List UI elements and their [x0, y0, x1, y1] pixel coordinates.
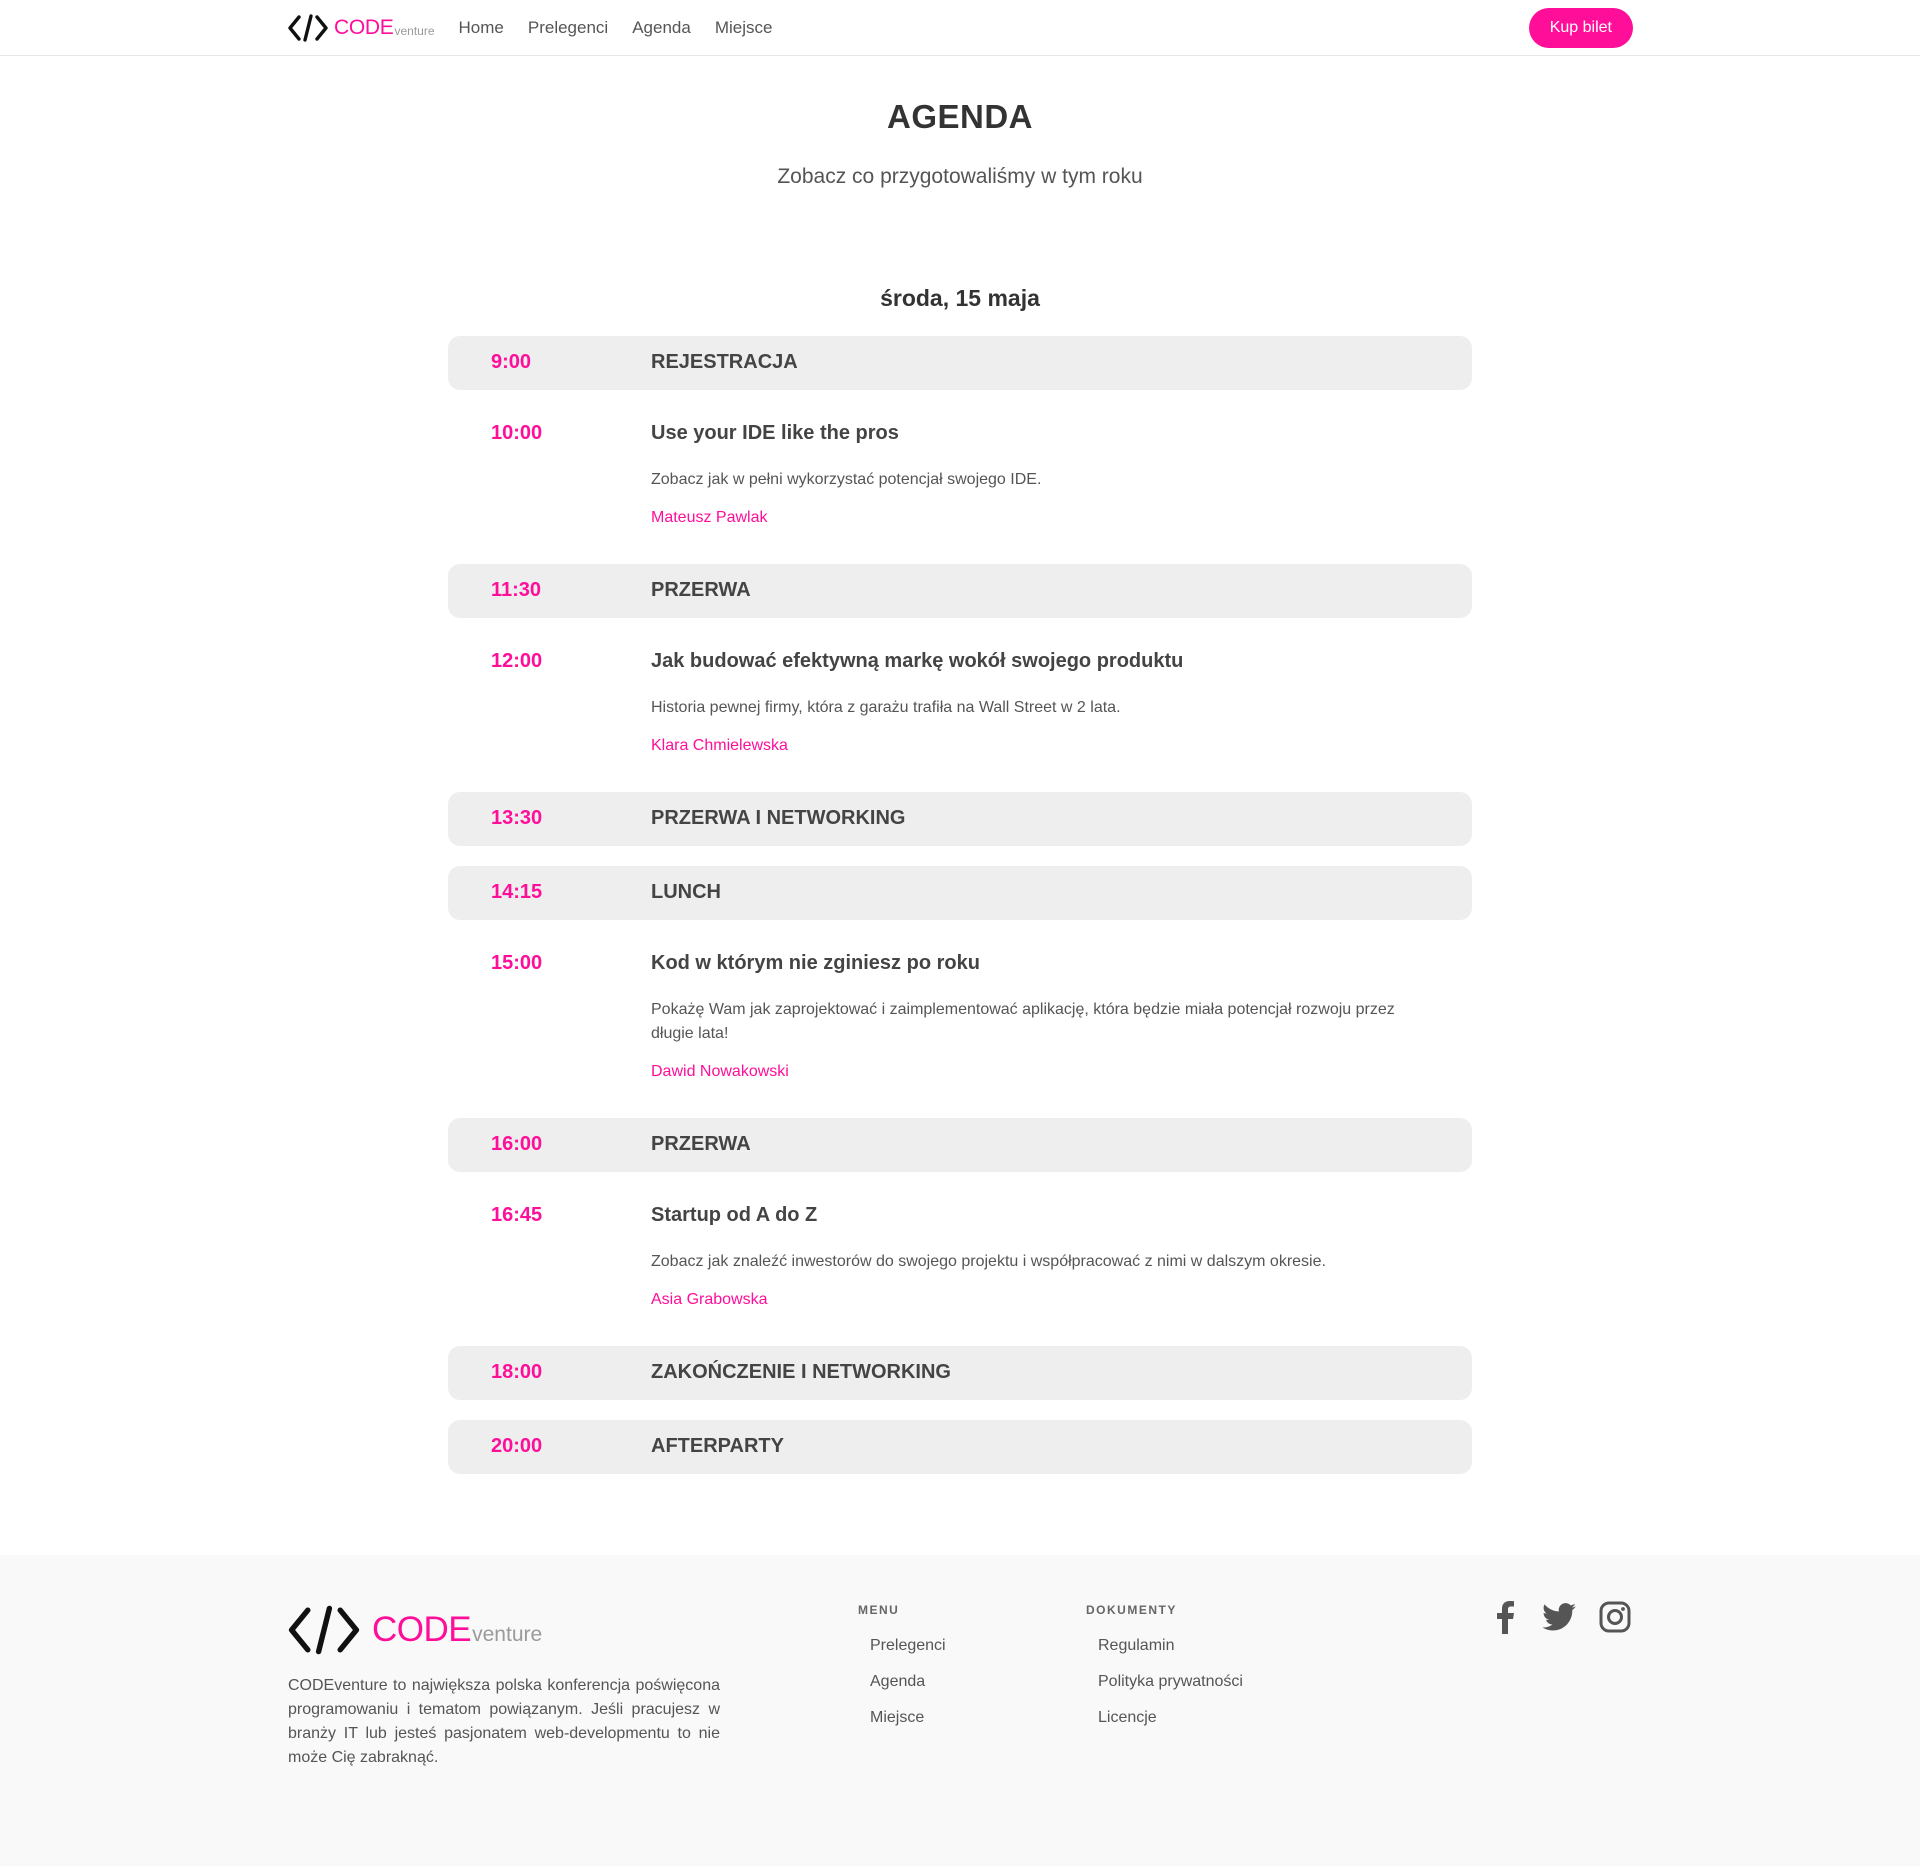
agenda-talk-speaker[interactable]: Klara Chmielewska	[651, 737, 788, 755]
agenda-time: 18:00	[491, 1361, 543, 1383]
agenda-talk-row: 15:00 Kod w którym nie zginiesz po roku …	[448, 940, 1472, 1118]
agenda-talk-speaker[interactable]: Mateusz Pawlak	[651, 509, 768, 527]
page-subtitle: Zobacz co przygotowaliśmy w tym roku	[777, 165, 1143, 188]
footer-docs-title: DOKUMENTY	[1086, 1603, 1177, 1617]
agenda-talk-row: 10:00 Use your IDE like the pros Zobacz …	[448, 410, 1472, 564]
agenda-break-row: 11:30 PRZERWA	[448, 564, 1472, 618]
agenda-break-title: PRZERWA I NETWORKING	[651, 807, 906, 829]
code-brackets-icon	[288, 1605, 360, 1655]
footer-menu-title: MENU	[858, 1603, 900, 1617]
footer-docs-link-regulamin[interactable]: Regulamin	[1098, 1637, 1174, 1655]
agenda-break-row: 14:15 LUNCH	[448, 866, 1472, 920]
agenda-talk-description: Pokażę Wam jak zaprojektować i zaimpleme…	[651, 1001, 1395, 1042]
footer-docs-link-privacy[interactable]: Polityka prywatności	[1098, 1673, 1243, 1691]
agenda-talk-row: 16:45 Startup od A do Z Zobacz jak znale…	[448, 1192, 1472, 1346]
brand-venture-text: venture	[394, 24, 435, 38]
navbar-inner: CODE venture Home Prelegenci Agenda Miejs…	[288, 0, 1633, 56]
agenda-talk-speaker[interactable]: Dawid Nowakowski	[651, 1063, 789, 1081]
agenda-break-row: 18:00 ZAKOŃCZENIE I NETWORKING	[448, 1346, 1472, 1400]
agenda-talk-description: Zobacz jak w pełni wykorzystać potencjał…	[651, 471, 1042, 488]
agenda-time: 10:00	[491, 422, 543, 444]
agenda-break-title: AFTERPARTY	[651, 1435, 784, 1457]
footer-docs-link-licencje[interactable]: Licencje	[1098, 1709, 1157, 1727]
page-title: AGENDA	[886, 98, 1033, 135]
footer-about-text: CODEventure to największa polska konfere…	[288, 1677, 720, 1766]
agenda-talk-title: Jak budować efektywną markę wokół swojeg…	[651, 650, 1184, 672]
agenda-talk-description: Zobacz jak znaleźć inwestorów do swojego…	[651, 1253, 1326, 1270]
agenda-talk-title: Kod w którym nie zginiesz po roku	[651, 952, 980, 974]
brand-code-text: CODE	[334, 16, 394, 39]
footer-brand-venture-text: venture	[472, 1623, 543, 1646]
agenda-talk-title: Startup od A do Z	[651, 1204, 818, 1226]
agenda-break-title: PRZERWA	[651, 579, 751, 601]
footer-menu-link-miejsce[interactable]: Miejsce	[870, 1709, 924, 1727]
agenda-break-row: 16:00 PRZERWA	[448, 1118, 1472, 1172]
footer: CODE venture CODEventure to największa po…	[0, 1555, 1920, 1866]
agenda-break-title: LUNCH	[651, 881, 721, 903]
footer-brand-logo[interactable]: CODE venture	[288, 1604, 542, 1656]
agenda-break-row: 20:00 AFTERPARTY	[448, 1420, 1472, 1474]
main-nav: Home Prelegenci Agenda Miejsce	[459, 18, 797, 38]
agenda-break-row: 9:00 REJESTRACJA	[448, 336, 1472, 390]
brand-logo[interactable]: CODE venture	[288, 14, 435, 42]
agenda-time: 15:00	[491, 952, 543, 974]
agenda-time: 20:00	[491, 1435, 543, 1457]
agenda-break-row: 13:30 PRZERWA I NETWORKING	[448, 792, 1472, 846]
agenda-break-title: ZAKOŃCZENIE I NETWORKING	[651, 1361, 951, 1383]
agenda-break-title: REJESTRACJA	[651, 351, 798, 373]
twitter-icon[interactable]	[1541, 1599, 1577, 1635]
facebook-icon[interactable]	[1487, 1599, 1523, 1635]
nav-link-agenda[interactable]: Agenda	[632, 18, 691, 38]
nav-link-home[interactable]: Home	[459, 18, 504, 38]
buy-ticket-button[interactable]: Kup bilet	[1528, 8, 1633, 48]
footer-menu-link-prelegenci[interactable]: Prelegenci	[870, 1637, 946, 1655]
footer-menu-link-agenda[interactable]: Agenda	[870, 1673, 925, 1691]
nav-link-prelegenci[interactable]: Prelegenci	[528, 18, 608, 38]
agenda-time: 11:30	[491, 579, 542, 601]
footer-brand-code-text: CODE	[372, 1610, 472, 1649]
agenda-time: 9:00	[491, 351, 532, 373]
navbar: CODE venture Home Prelegenci Agenda Miejs…	[0, 0, 1920, 56]
agenda-talk-description: Historia pewnej firmy, która z garażu tr…	[651, 699, 1121, 716]
instagram-icon[interactable]	[1597, 1599, 1633, 1635]
agenda-talk-title: Use your IDE like the pros	[651, 422, 899, 444]
code-brackets-icon	[288, 14, 328, 42]
agenda-time: 14:15	[491, 881, 543, 903]
agenda-time: 13:30	[491, 807, 543, 829]
agenda-talk-row: 12:00 Jak budować efektywną markę wokół …	[448, 638, 1472, 792]
agenda-time: 12:00	[491, 650, 543, 672]
agenda-time: 16:00	[491, 1133, 543, 1155]
agenda-talk-speaker[interactable]: Asia Grabowska	[651, 1291, 768, 1309]
nav-link-miejsce[interactable]: Miejsce	[715, 18, 773, 38]
agenda-time: 16:45	[491, 1204, 543, 1226]
agenda-break-title: PRZERWA	[651, 1133, 751, 1155]
day-heading: środa, 15 maja	[880, 285, 1040, 311]
